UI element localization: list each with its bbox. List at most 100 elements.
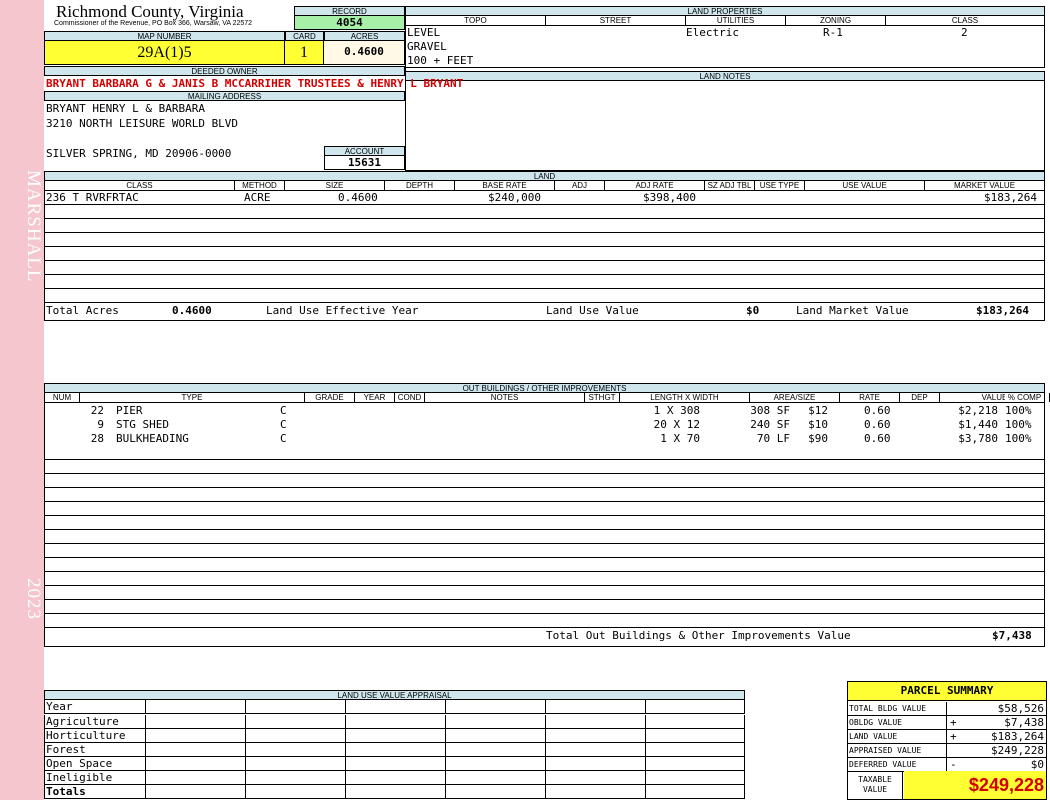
land-use-col-line [245, 757, 246, 770]
land-use-col-line [245, 785, 246, 798]
parcel-summary-value: $183,264 [991, 730, 1044, 743]
mailing-address-label: MAILING ADDRESS [44, 91, 405, 101]
account-value: 15631 [324, 156, 405, 170]
ob-dep: 0.60 [864, 404, 891, 417]
land-row-base-rate: $240,000 [488, 191, 541, 204]
land-use-col-line [145, 729, 146, 742]
parcel-summary-label: OBLDG VALUE [849, 716, 947, 729]
land-use-col-line [245, 771, 246, 784]
land-use-col-line [445, 757, 446, 770]
land-grid-line [44, 204, 1045, 205]
land-use-col-line [245, 729, 246, 742]
taxable-label-1: TAXABLE [858, 775, 892, 784]
land-use-col-line [245, 700, 246, 713]
county-name: Richmond County, Virginia [56, 2, 244, 21]
land-use-col-line [145, 715, 146, 728]
ob-comp: 100% [1005, 404, 1032, 417]
ob-value: $3,780 [958, 432, 998, 445]
land-use-col-line [545, 785, 546, 798]
parcel-summary-value: $249,228 [991, 744, 1044, 757]
ob-type-header: TYPE [80, 393, 305, 402]
land-grid-line [44, 232, 1045, 233]
land-use-value: $0 [746, 304, 760, 317]
land-use-row-label: Ineligible [46, 771, 113, 784]
land-use-col-line [645, 700, 646, 713]
ob-grade: C [280, 404, 287, 417]
ob-grid-line [44, 599, 1045, 600]
land-use-row-label: Forest [46, 743, 86, 756]
land-grid-line [44, 218, 1045, 219]
ob-value: $2,218 [958, 404, 998, 417]
ob-grade: C [280, 418, 287, 431]
land-use-col-line [545, 757, 546, 770]
land-use-col-line [445, 771, 446, 784]
ob-type: STG SHED [116, 418, 169, 431]
mailing-line-2: 3210 NORTH LEISURE WORLD BLVD [46, 117, 239, 130]
ob-dep: 0.60 [864, 432, 891, 445]
street-header: STREET [546, 16, 686, 25]
ob-length: 1 X 308 [653, 404, 700, 417]
land-use-row: Totals [44, 785, 745, 799]
utilities-header: UTILITIES [686, 16, 786, 25]
ob-grid-line [44, 459, 1045, 460]
class-header: CLASS [951, 16, 979, 25]
mailing-line-1: BRYANT HENRY L & BARBARA [46, 102, 205, 115]
total-acres-value: 0.4600 [172, 304, 212, 317]
ob-grid-line [44, 515, 1045, 516]
land-use-value-header: USE VALUE [805, 181, 925, 190]
ob-area: 240 SF [750, 418, 790, 431]
ob-rate: $12 [808, 404, 828, 417]
ob-length-header: LENGTH X WIDTH [620, 393, 750, 402]
ob-grid-line [44, 557, 1045, 558]
parcel-summary-row: OBLDG VALUE + $7,438 [848, 716, 1046, 730]
parcel-summary-row: LAND VALUE + $183,264 [848, 730, 1046, 744]
deeded-owner-value: BRYANT BARBARA G & JANIS B MCCARRIHER TR… [46, 77, 464, 90]
parcel-summary-value: $7,438 [1004, 716, 1044, 729]
land-market-value: $183,264 [976, 304, 1029, 317]
land-use-col-line [245, 715, 246, 728]
land-adj-rate-header: ADJ RATE [605, 181, 705, 190]
land-class-header: CLASS [45, 181, 235, 190]
land-use-col-line [645, 729, 646, 742]
ob-num: 28 [90, 432, 104, 445]
ob-area: 308 SF [750, 404, 790, 417]
land-use-col-line [545, 743, 546, 756]
land-base-rate-header: BASE RATE [455, 181, 555, 190]
land-use-col-line [145, 785, 146, 798]
land-row-class: 236 T RVRFRTAC [46, 191, 139, 204]
land-use-col-line [445, 785, 446, 798]
sidebar: MARSHALL 2023 [0, 0, 44, 800]
parcel-summary-row: DEFERRED VALUE - $0 [848, 758, 1046, 772]
land-use-type-header: USE TYPE [755, 181, 805, 190]
ob-type: BULKHEADING [116, 432, 189, 445]
outbuildings-header-row: NUM TYPE GRADE YEAR COND NOTES STHGT LEN… [44, 393, 1050, 403]
land-use-value-label: Land Use Value [546, 304, 639, 317]
land-use-col-line [345, 771, 346, 784]
land-properties-header-row: TOPO STREET UTILITIES ZONING CLASS [405, 16, 1045, 26]
land-use-row: Horticulture [44, 729, 745, 743]
land-grid-line [44, 288, 1045, 289]
ob-sthgt-header: STHGT [585, 393, 620, 402]
land-use-col-line [545, 700, 546, 713]
parcel-summary-value: $0 [1030, 758, 1044, 771]
land-use-row-label: Year [46, 700, 73, 713]
ob-rate-header: RATE [840, 393, 900, 402]
account-label: ACCOUNT [324, 146, 405, 156]
ob-num: 22 [90, 404, 104, 417]
ob-grid-line [44, 627, 1045, 628]
land-use-col-line [345, 729, 346, 742]
year-label: 2023 [23, 578, 44, 620]
ob-grid-line [44, 487, 1045, 488]
zoning-header: ZONING [786, 16, 886, 25]
ob-grid-line [44, 529, 1045, 530]
ob-dep: 0.60 [864, 418, 891, 431]
land-notes-box [405, 81, 1045, 171]
land-use-col-line [145, 743, 146, 756]
county-address: Commissioner of the Revenue, PO Box 366,… [54, 20, 253, 27]
mailing-line-3: SILVER SPRING, MD 20906-0000 [46, 147, 232, 160]
land-use-row: Ineligible [44, 771, 745, 785]
map-number-value: 29A(1)5 [44, 41, 285, 65]
ob-area-header: AREA/SIZE [750, 393, 840, 402]
land-grid-line [44, 260, 1045, 261]
ob-grid-line [44, 613, 1045, 614]
